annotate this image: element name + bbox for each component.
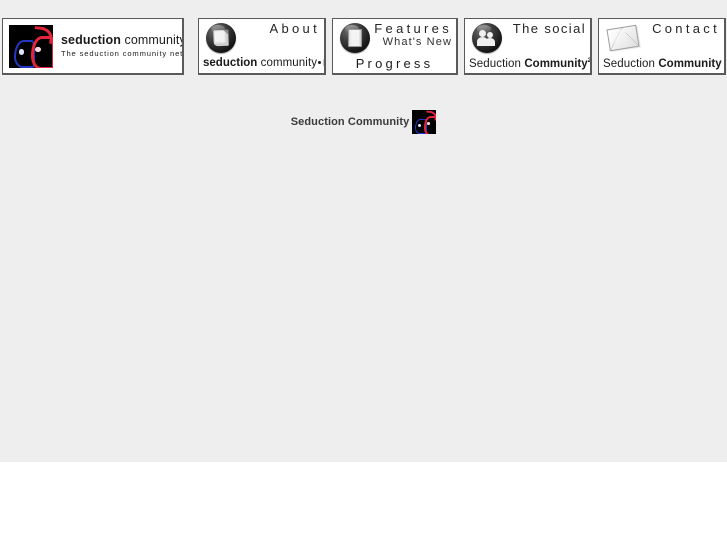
nav-social-subtitle: Seduction Community2.0 <box>469 55 590 70</box>
nav-social-sub-version: 2.0 <box>587 57 592 65</box>
nav-about-title: About <box>269 21 320 36</box>
logo-tagline: The seduction community network <box>61 49 184 59</box>
nav-button-contact[interactable]: Contact Seduction Community <box>598 18 726 75</box>
nav-social-sub-light: Seduction <box>469 58 525 70</box>
nav-button-about[interactable]: About seduction community NET <box>198 18 326 75</box>
nav-button-the-social[interactable]: The social Seduction Community2.0 <box>464 18 592 75</box>
nav-about-sub-light: community <box>257 57 318 69</box>
bullet-separator-icon <box>318 60 322 64</box>
envelope-icon <box>606 23 640 53</box>
nav-social-title: The social <box>512 21 586 36</box>
nav-about-sub-bold: seduction <box>203 57 258 69</box>
red-profile-arm <box>32 25 53 44</box>
nav-social-sub-bold: Community <box>524 58 588 70</box>
logo-word-community: community <box>120 33 184 48</box>
nav-button-features[interactable]: Features What's New Progress <box>332 18 458 75</box>
seduction-community-logo-mark-small <box>412 110 437 134</box>
envelope-glyph-icon <box>606 24 640 52</box>
nav-contact-sub-bold: Community <box>658 58 722 70</box>
logo-word-seduction: seduction <box>61 33 121 48</box>
nav-contact-sub-light: Seduction <box>603 58 659 70</box>
page-root: seduction community NET The seduction com… <box>0 0 727 545</box>
blue-profile-eye <box>417 123 421 128</box>
red-profile-arm <box>425 110 437 121</box>
nav-features-whats-new: What's New <box>382 36 452 48</box>
document-glyph-icon <box>213 29 229 47</box>
book-glyph-icon <box>348 29 362 47</box>
nav-contact-subtitle: Seduction Community <box>603 58 722 70</box>
center-brand-label: Seduction Community <box>0 110 727 134</box>
site-logo-link[interactable]: seduction communityNET The seduction com… <box>2 18 184 75</box>
book-sphere-icon <box>340 23 370 53</box>
people-sphere-icon <box>472 23 502 53</box>
red-profile-eye <box>35 46 41 53</box>
nav-about-subtitle: seduction community NET <box>203 57 324 70</box>
nav-contact-title: Contact <box>652 21 720 36</box>
nav-about-sub-net: NET <box>323 58 324 69</box>
seduction-community-logo-mark <box>9 24 53 68</box>
nav-features-title: Features <box>374 21 452 36</box>
navigation-bar: seduction community NET The seduction com… <box>0 18 727 75</box>
nav-features-progress: Progress <box>355 56 434 71</box>
document-sphere-icon <box>206 23 236 53</box>
center-brand-text: Seduction Community <box>290 116 410 128</box>
logo-wordmark: seduction communityNET The seduction com… <box>61 33 184 59</box>
people-glyph-icon <box>477 30 496 46</box>
